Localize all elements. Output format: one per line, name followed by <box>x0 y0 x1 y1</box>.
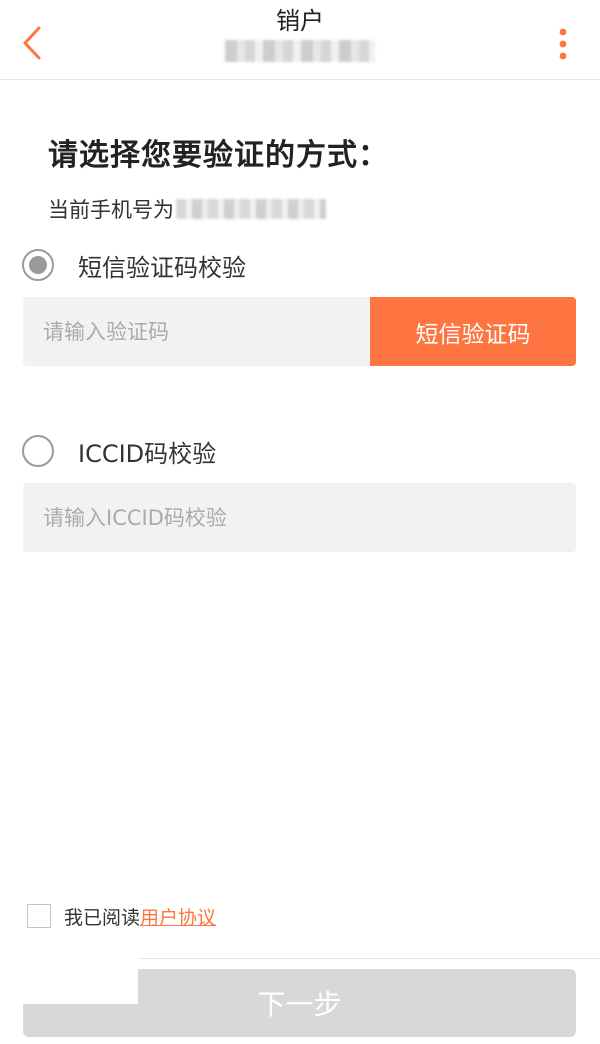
chevron-left-icon <box>23 26 41 60</box>
iccid-code-field[interactable] <box>23 483 576 552</box>
radio-selected-dot <box>29 256 47 274</box>
header-title-group: 销户 <box>150 4 450 66</box>
masked-account-number <box>225 40 375 62</box>
sms-option-label: 短信验证码校验 <box>78 253 246 282</box>
page-title: 销户 <box>276 7 324 35</box>
verification-method-heading: 请选择您要验证的方式： <box>48 138 389 173</box>
back-button[interactable] <box>12 20 52 66</box>
agreement-row: 我已阅读 用户协议 <box>27 903 216 929</box>
sms-code-input[interactable] <box>43 297 370 366</box>
masked-phone-number <box>176 199 326 219</box>
get-sms-code-button[interactable]: 短信验证码 <box>370 297 576 366</box>
current-phone-row: 当前手机号为 <box>48 194 326 224</box>
bottom-divider <box>138 958 600 959</box>
more-vertical-icon <box>559 28 567 60</box>
sms-radio-button[interactable] <box>22 249 54 281</box>
agreement-checkbox[interactable] <box>27 904 51 928</box>
current-phone-label: 当前手机号为 <box>48 198 174 222</box>
option-sms-verification[interactable]: 短信验证码校验 <box>22 247 246 283</box>
bottom-left-mask <box>23 958 138 1004</box>
more-menu-button[interactable] <box>548 22 578 66</box>
option-iccid-verification[interactable]: ICCID码校验 <box>22 433 216 469</box>
agreement-text: 我已阅读 <box>64 906 141 929</box>
iccid-radio-button[interactable] <box>22 435 54 467</box>
iccid-code-input[interactable] <box>43 483 576 552</box>
top-nav-bar: 销户 <box>0 0 600 80</box>
sms-code-field[interactable] <box>23 297 370 366</box>
user-agreement-link[interactable]: 用户协议 <box>140 903 216 930</box>
close-account-page: 销户 请选择您要验证的方式： 当前手机号为 短信验证码校验 短信验证码 ICCI… <box>0 0 600 1044</box>
iccid-option-label: ICCID码校验 <box>78 439 217 468</box>
